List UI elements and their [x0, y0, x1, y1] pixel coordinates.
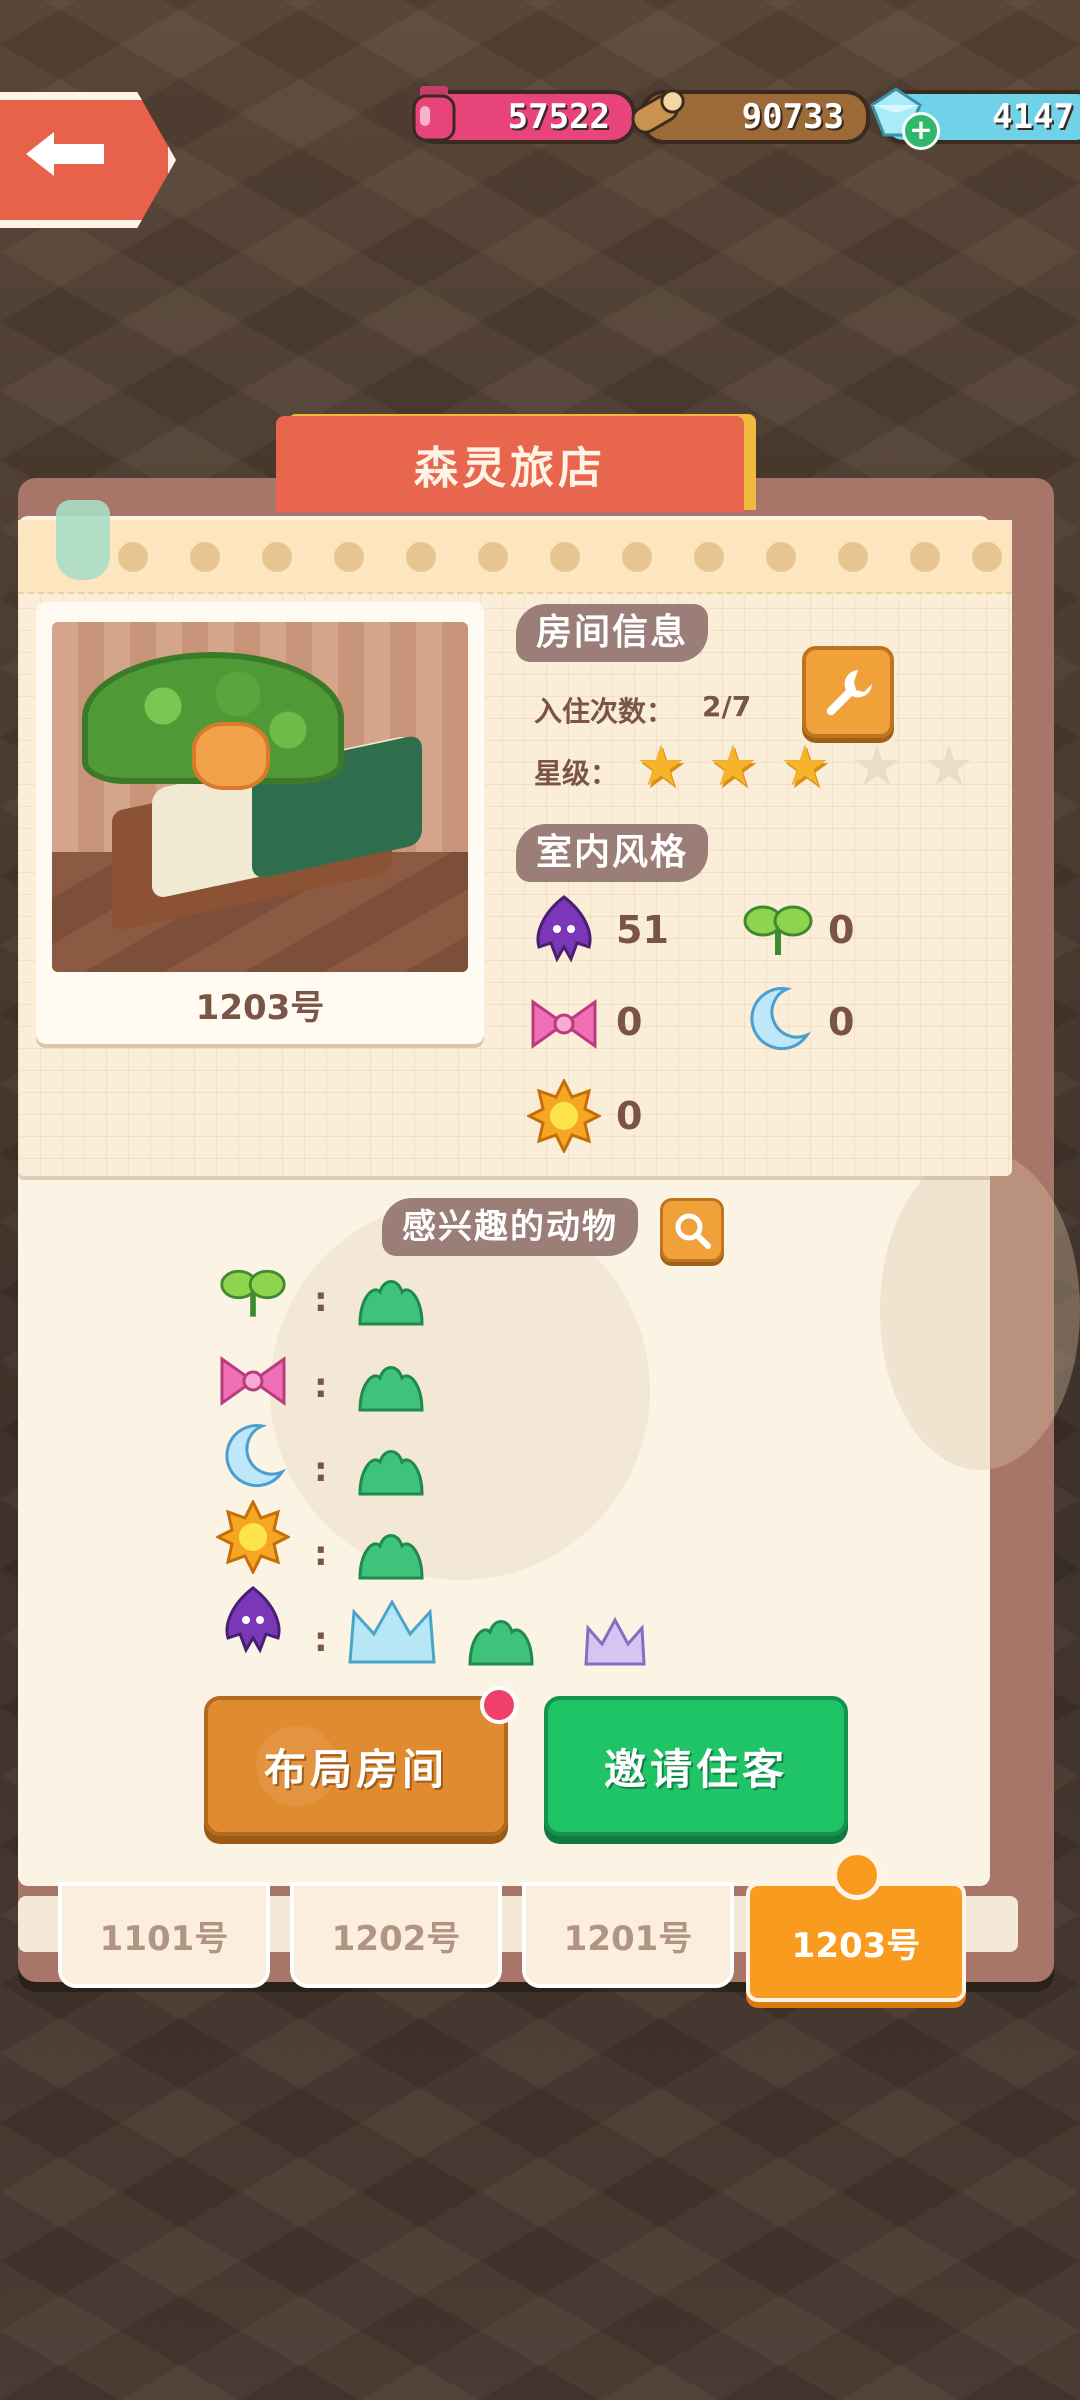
squid-icon: [216, 1584, 290, 1658]
back-arrow-icon: [18, 126, 114, 182]
interested-animals-heading: 感兴趣的动物: [382, 1198, 638, 1256]
row-colon: :: [314, 1280, 328, 1320]
bow-icon: [526, 986, 602, 1062]
star-empty-icon: ★: [851, 734, 903, 799]
squid-icon: [526, 892, 602, 968]
note-hole: [838, 542, 868, 572]
note-hole: [694, 542, 724, 572]
animal-search-button[interactable]: [660, 1198, 724, 1262]
green-leaf-icon: [466, 1610, 536, 1674]
room-tab-1203-active[interactable]: 1203号: [746, 1882, 966, 2002]
green-leaf-icon: [356, 1270, 426, 1334]
sun-icon: [526, 1078, 602, 1154]
style-bow-value: 0: [616, 1000, 643, 1044]
note-hole: [550, 542, 580, 572]
magnifier-icon: [675, 1213, 711, 1249]
clover-watermark-right: [880, 1150, 1080, 1470]
room-tab-1101[interactable]: 1101号: [58, 1882, 270, 1988]
row-colon: :: [314, 1620, 328, 1660]
note-hole: [334, 542, 364, 572]
stay-count-value: 2/7: [702, 690, 752, 723]
star-filled-icon: ★: [779, 734, 831, 799]
notification-dot: [480, 1686, 518, 1724]
gem-value: 4147: [992, 97, 1074, 137]
wood-log-icon: [628, 82, 688, 144]
style-squid-value: 51: [616, 908, 669, 952]
flower-pillow: [192, 722, 270, 790]
room-number-label: 1203号: [195, 988, 325, 1028]
green-leaf-icon: [356, 1440, 426, 1504]
room-tab-1201[interactable]: 1201号: [522, 1882, 734, 1988]
room-photo: [52, 622, 468, 972]
room-tab-1202[interactable]: 1202号: [290, 1882, 502, 1988]
paper-clip-icon: [56, 500, 110, 580]
note-hole: [262, 542, 292, 572]
wrench-icon: [826, 670, 872, 716]
style-moon-value: 0: [828, 1000, 855, 1044]
note-hole: [406, 542, 436, 572]
moon-icon: [740, 982, 816, 1058]
sprout-icon: [740, 892, 816, 968]
green-leaf-icon: [356, 1524, 426, 1588]
active-tab-pin-icon: [832, 1850, 882, 1900]
star-filled-icon: ★: [707, 734, 759, 799]
note-hole: [190, 542, 220, 572]
note-hole: [622, 542, 652, 572]
note-hole: [972, 542, 1002, 572]
purple-crown-icon: [580, 1614, 650, 1674]
panel-title: 森灵旅店: [276, 416, 744, 512]
interior-style-heading: 室内风格: [516, 824, 709, 882]
note-hole: [910, 542, 940, 572]
note-hole: [118, 542, 148, 572]
style-sprout-value: 0: [828, 908, 855, 952]
note-hole: [766, 542, 796, 572]
layout-room-button[interactable]: 布局房间: [204, 1696, 508, 1836]
star-filled-icon: ★: [635, 734, 687, 799]
invite-guest-button[interactable]: 邀请住客: [544, 1696, 848, 1836]
row-colon: :: [314, 1366, 328, 1406]
note-hole: [478, 542, 508, 572]
upgrade-wrench-button[interactable]: [802, 646, 894, 738]
room-info-heading: 房间信息: [516, 604, 709, 662]
bow-icon: [216, 1344, 290, 1418]
style-sun-value: 0: [616, 1094, 643, 1138]
row-colon: :: [314, 1450, 328, 1490]
ink-jar-icon: [404, 82, 464, 144]
green-leaf-icon: [356, 1356, 426, 1420]
sprout-icon: [216, 1256, 290, 1330]
star-empty-icon: ★: [923, 734, 975, 799]
ink-value: 57522: [507, 97, 610, 137]
row-colon: :: [314, 1534, 328, 1574]
stay-count-label: 入住次数：: [534, 695, 675, 728]
wood-value: 90733: [741, 97, 844, 137]
blue-crown-icon: [344, 1596, 440, 1670]
sun-icon: [216, 1500, 290, 1574]
star-rating-label: 星级：: [534, 757, 619, 790]
add-gems-plus-icon[interactable]: +: [902, 112, 940, 150]
moon-icon: [216, 1420, 290, 1494]
